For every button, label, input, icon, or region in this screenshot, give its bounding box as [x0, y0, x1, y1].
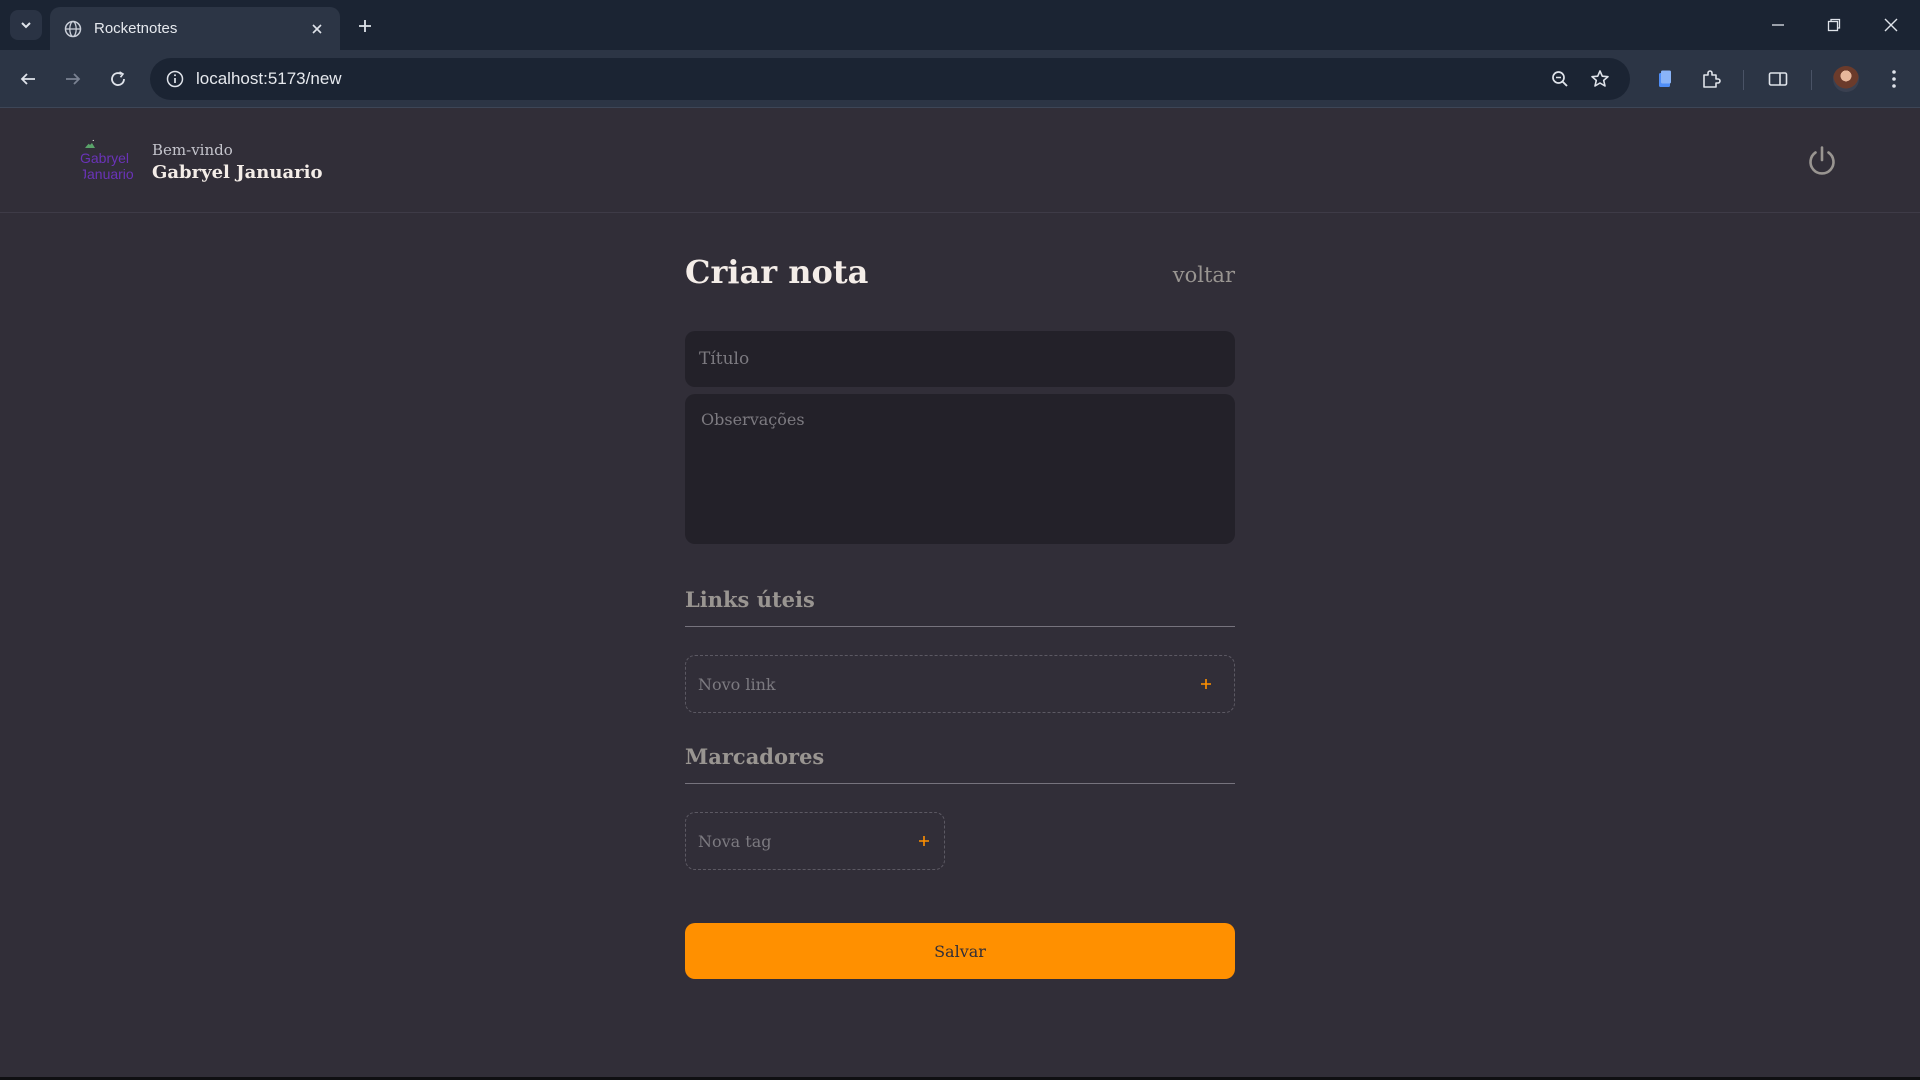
- tab-search-button[interactable]: [10, 10, 42, 40]
- new-tab-button[interactable]: [352, 13, 378, 39]
- arrow-right-icon: [66, 73, 81, 85]
- url-text: localhost:5173/new: [196, 69, 342, 88]
- new-link-input[interactable]: [686, 656, 1186, 712]
- browser-tab[interactable]: Rocketnotes: [50, 7, 340, 50]
- restore-icon: [1827, 18, 1841, 32]
- back-link[interactable]: voltar: [1173, 263, 1235, 287]
- forward-button[interactable]: [57, 63, 89, 95]
- plus-icon: [359, 20, 371, 32]
- avatar-alt-text: Gabryel Januario: [80, 150, 134, 182]
- notes-textarea[interactable]: [685, 394, 1235, 544]
- plus-icon: [919, 836, 929, 846]
- broken-image-icon: [83, 137, 95, 148]
- tab-title: Rocketnotes: [94, 20, 178, 37]
- power-icon: [1809, 146, 1835, 175]
- new-link-row: [685, 655, 1235, 713]
- app-header: Gabryel Januario Bem-vindo Gabryel Janua…: [0, 108, 1920, 213]
- address-bar[interactable]: localhost:5173/new: [150, 58, 1630, 100]
- browser-toolbar: localhost:5173/new: [0, 50, 1920, 108]
- title-input[interactable]: [685, 331, 1235, 387]
- add-link-button[interactable]: [1186, 664, 1226, 704]
- minimize-icon: [1772, 24, 1784, 26]
- logout-button[interactable]: [1802, 141, 1842, 181]
- plus-icon: [1201, 679, 1211, 689]
- chevron-down-icon: [21, 22, 31, 29]
- arrow-left-icon: [20, 73, 35, 85]
- close-icon[interactable]: [308, 20, 326, 38]
- welcome-text: Bem-vindo: [152, 141, 233, 159]
- new-tag-row: [685, 812, 945, 870]
- new-tag-input[interactable]: [686, 813, 912, 869]
- tags-section-title: Marcadores: [685, 744, 825, 769]
- close-icon: [1884, 18, 1898, 32]
- reload-icon: [111, 71, 125, 86]
- avatar[interactable]: Gabryel Januario: [80, 136, 136, 192]
- side-panel-icon[interactable]: [1762, 63, 1794, 95]
- links-section-title: Links úteis: [685, 587, 815, 612]
- extension-docs-icon[interactable]: [1649, 63, 1681, 95]
- tags-divider: [685, 783, 1235, 784]
- browser-tab-strip: Rocketnotes: [0, 0, 1920, 50]
- back-button[interactable]: [12, 63, 44, 95]
- restore-button[interactable]: [1814, 10, 1854, 40]
- info-icon[interactable]: [164, 68, 186, 90]
- more-menu-icon[interactable]: [1878, 63, 1910, 95]
- reload-button[interactable]: [102, 63, 134, 95]
- star-icon[interactable]: [1588, 67, 1612, 91]
- close-window-button[interactable]: [1871, 10, 1911, 40]
- minimize-button[interactable]: [1758, 10, 1798, 40]
- profile-avatar-icon[interactable]: [1830, 63, 1862, 95]
- globe-icon: [64, 20, 82, 38]
- zoom-out-icon[interactable]: [1548, 67, 1572, 91]
- save-button[interactable]: Salvar: [685, 923, 1235, 979]
- links-divider: [685, 626, 1235, 627]
- page-title: Criar nota: [685, 253, 869, 291]
- extensions-icon[interactable]: [1695, 63, 1727, 95]
- add-tag-button[interactable]: [912, 821, 936, 861]
- user-name[interactable]: Gabryel Januario: [152, 162, 322, 183]
